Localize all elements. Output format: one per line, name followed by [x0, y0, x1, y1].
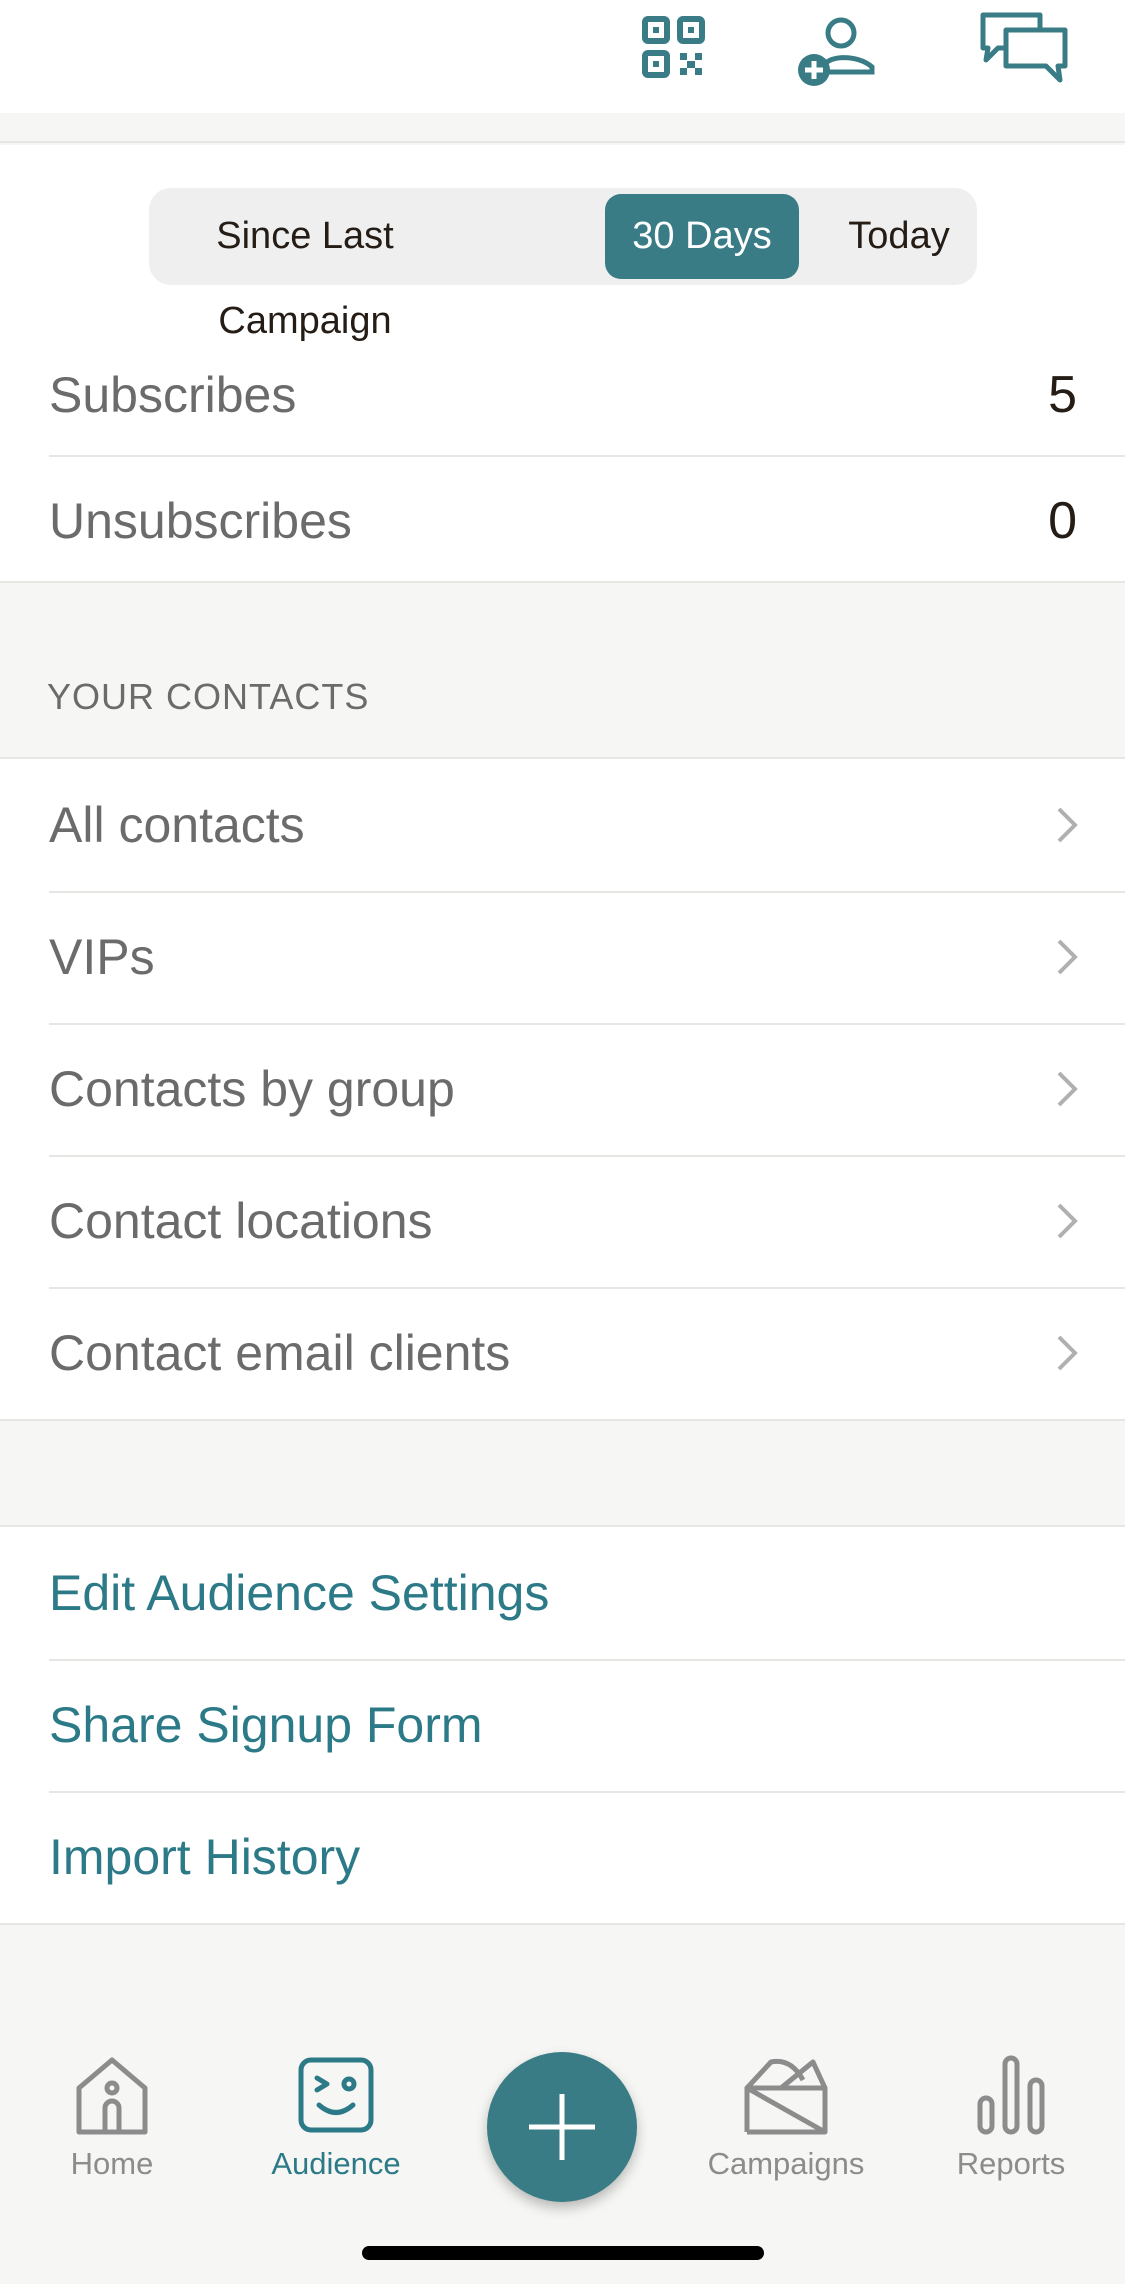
list-item-vips[interactable]: VIPs: [0, 891, 1125, 1023]
campaigns-icon: [744, 2058, 828, 2135]
tab-reports[interactable]: Reports: [911, 2050, 1111, 2182]
subscribes-value: 5: [1048, 365, 1077, 424]
tab-label: Reports: [956, 2146, 1066, 2181]
tab-campaigns[interactable]: Campaigns: [686, 2050, 886, 2182]
segment-30-days[interactable]: 30 Days: [605, 194, 799, 279]
list-item-label: Contacts by group: [49, 1061, 455, 1117]
add-contact-icon[interactable]: [796, 10, 876, 90]
unsubscribes-row: Unsubscribes 0: [49, 457, 1125, 584]
audience-icon: [298, 2057, 374, 2133]
qr-code-icon[interactable]: [630, 10, 718, 90]
date-range-segmented-control: Since Last Campaign 30 Days Today: [149, 188, 977, 342]
list-item-contact-locations[interactable]: Contact locations: [0, 1155, 1125, 1287]
chevron-right-icon: [1057, 807, 1078, 843]
chevron-right-icon: [1057, 1071, 1078, 1107]
list-item-contact-email-clients[interactable]: Contact email clients: [0, 1287, 1125, 1419]
tab-label: Audience: [271, 2146, 401, 2181]
list-item-label: VIPs: [49, 929, 155, 985]
subscribes-label: Subscribes: [49, 366, 297, 423]
list-item-label: All contacts: [49, 797, 305, 853]
stats-card: Since Last Campaign 30 Days Today Subscr…: [0, 145, 1125, 583]
subscribes-row: Subscribes 5: [49, 331, 1125, 458]
tab-home[interactable]: Home: [12, 2050, 212, 2182]
list-item-label: Contact locations: [49, 1193, 433, 1249]
list-item-all-contacts[interactable]: All contacts: [0, 759, 1125, 891]
chevron-right-icon: [1057, 1335, 1078, 1371]
create-button[interactable]: [487, 2052, 637, 2202]
audience-actions-list: Edit Audience Settings Share Signup Form…: [0, 1525, 1125, 1925]
link-label: Share Signup Form: [49, 1697, 483, 1753]
home-indicator[interactable]: [362, 2246, 764, 2260]
chevron-right-icon: [1057, 939, 1078, 975]
share-signup-form-link[interactable]: Share Signup Form: [0, 1659, 1125, 1791]
your-contacts-heading: YOUR CONTACTS: [47, 676, 370, 717]
plus-icon: [529, 2094, 595, 2160]
unsubscribes-label: Unsubscribes: [49, 492, 352, 549]
unsubscribes-value: 0: [1048, 491, 1077, 550]
list-item-contacts-by-group[interactable]: Contacts by group: [0, 1023, 1125, 1155]
link-label: Edit Audience Settings: [49, 1565, 550, 1621]
link-label: Import History: [49, 1829, 361, 1885]
chevron-right-icon: [1057, 1203, 1078, 1239]
segment-since-last-campaign[interactable]: Since Last Campaign: [155, 194, 455, 342]
contacts-list: All contacts VIPs Contacts by group Cont…: [0, 757, 1125, 1421]
header-divider: [0, 113, 1125, 143]
audience-screen: Since Last Campaign 30 Days Today Subscr…: [0, 0, 1125, 2284]
list-item-label: Contact email clients: [49, 1325, 511, 1381]
chat-icon[interactable]: [978, 10, 1070, 90]
tab-label: Home: [70, 2146, 154, 2181]
home-icon: [76, 2057, 148, 2135]
tab-audience[interactable]: Audience: [236, 2050, 436, 2182]
tab-label: Campaigns: [707, 2146, 865, 2181]
reports-icon: [977, 2055, 1045, 2135]
segment-today[interactable]: Today: [829, 194, 969, 279]
top-bar: [0, 0, 1125, 113]
import-history-link[interactable]: Import History: [0, 1791, 1125, 1923]
edit-audience-settings-link[interactable]: Edit Audience Settings: [0, 1527, 1125, 1659]
